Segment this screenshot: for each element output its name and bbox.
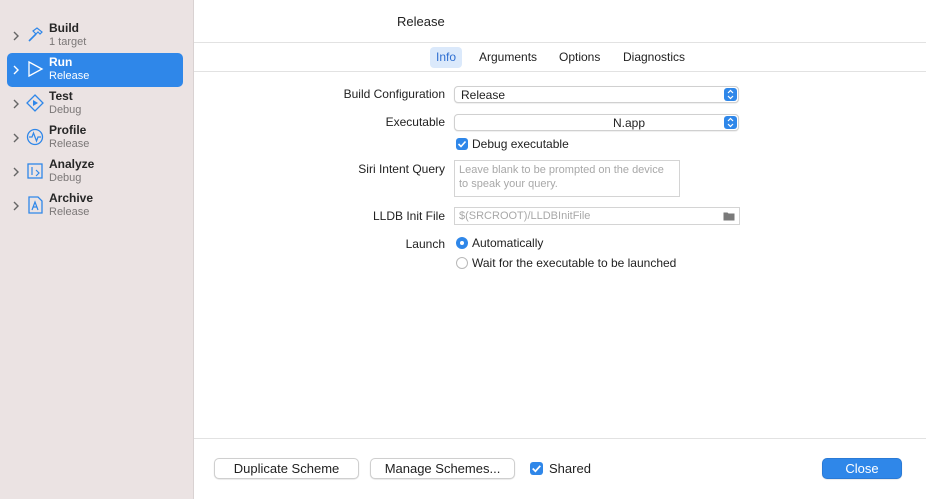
siri-intent-query-placeholder: Leave blank to be prompted on the device… — [459, 164, 664, 190]
launch-wait-radio[interactable] — [456, 257, 468, 269]
test-diamond-icon — [26, 94, 44, 112]
close-button[interactable]: Close — [822, 458, 902, 479]
sidebar-item-sublabel: Debug — [49, 104, 82, 116]
shared-checkbox[interactable] — [530, 462, 543, 475]
tab-divider — [194, 71, 926, 72]
sidebar-item-label: Analyze — [49, 157, 95, 171]
chevron-right-icon[interactable] — [11, 200, 21, 212]
build-configuration-popup[interactable]: Release — [454, 86, 739, 103]
chevron-right-icon[interactable] — [11, 166, 21, 178]
executable-value: N.app — [613, 116, 646, 130]
chevron-right-icon[interactable] — [11, 30, 21, 42]
lldb-init-file-placeholder: $(SRCROOT)/LLDBInitFile — [459, 210, 591, 222]
waveform-icon — [26, 128, 44, 146]
chevron-right-icon[interactable] — [11, 132, 21, 144]
duplicate-scheme-button[interactable]: Duplicate Scheme — [214, 458, 359, 479]
build-configuration-value: Release — [461, 88, 506, 102]
sidebar-item-label: Archive — [49, 191, 94, 205]
lldb-init-file-field[interactable]: $(SRCROOT)/LLDBInitFile — [454, 207, 740, 225]
tab-info[interactable]: Info — [430, 47, 463, 68]
up-down-chevron-icon — [724, 116, 737, 129]
play-icon — [28, 60, 44, 78]
sidebar-item-sublabel: Release — [49, 206, 90, 218]
sidebar-item-label: Profile — [49, 123, 87, 137]
executable-label: Executable — [385, 115, 445, 129]
folder-icon[interactable] — [723, 211, 735, 221]
shared-label: Shared — [549, 461, 591, 476]
sidebar-item-label: Build — [49, 21, 79, 35]
debug-executable-checkbox[interactable] — [456, 138, 468, 150]
tab-diagnostics[interactable]: Diagnostics — [617, 47, 691, 68]
siri-intent-query-field[interactable]: Leave blank to be prompted on the device… — [454, 160, 680, 197]
siri-intent-query-label: Siri Intent Query — [358, 162, 445, 176]
launch-wait-label: Wait for the executable to be launched — [472, 256, 677, 270]
archive-icon — [28, 196, 43, 214]
tab-arguments[interactable]: Arguments — [473, 47, 543, 68]
chevron-right-icon[interactable] — [11, 64, 21, 76]
sidebar-item-sublabel: 1 target — [49, 36, 87, 48]
launch-automatically-radio[interactable] — [456, 237, 468, 249]
tab-options[interactable]: Options — [553, 47, 606, 68]
launch-automatically-label: Automatically — [472, 236, 544, 250]
header-divider — [194, 42, 926, 43]
sidebar-item-build[interactable]: Build 1 target — [7, 19, 183, 53]
sidebar-item-archive[interactable]: Archive Release — [7, 189, 183, 223]
sidebar-item-analyze[interactable]: Analyze Debug — [7, 155, 183, 189]
sidebar-item-sublabel: Release — [49, 138, 90, 150]
sidebar-item-test[interactable]: Test Debug — [7, 87, 183, 121]
hammer-icon — [28, 27, 43, 42]
sidebar-item-run[interactable]: Run Release — [7, 53, 183, 87]
sidebar-item-label: Test — [49, 89, 73, 103]
sidebar-item-profile[interactable]: Profile Release — [7, 121, 183, 155]
executable-popup[interactable]: N.app — [454, 114, 739, 131]
up-down-chevron-icon — [724, 88, 737, 101]
build-configuration-label: Build Configuration — [343, 87, 445, 101]
chevron-right-icon[interactable] — [11, 98, 21, 110]
sidebar-item-label: Run — [49, 55, 73, 69]
launch-label: Launch — [405, 237, 445, 251]
footer-divider — [194, 438, 926, 439]
lldb-init-file-label: LLDB Init File — [372, 209, 445, 223]
debug-executable-label: Debug executable — [472, 137, 569, 151]
sidebar-item-sublabel: Release — [49, 70, 90, 82]
page-title: Release — [397, 14, 445, 29]
sidebar-item-sublabel: Debug — [49, 172, 82, 184]
analyze-icon — [27, 163, 43, 179]
scheme-action-sidebar: Build 1 target Run Release Test Debug Pr… — [0, 0, 194, 499]
manage-schemes-button[interactable]: Manage Schemes... — [370, 458, 515, 479]
